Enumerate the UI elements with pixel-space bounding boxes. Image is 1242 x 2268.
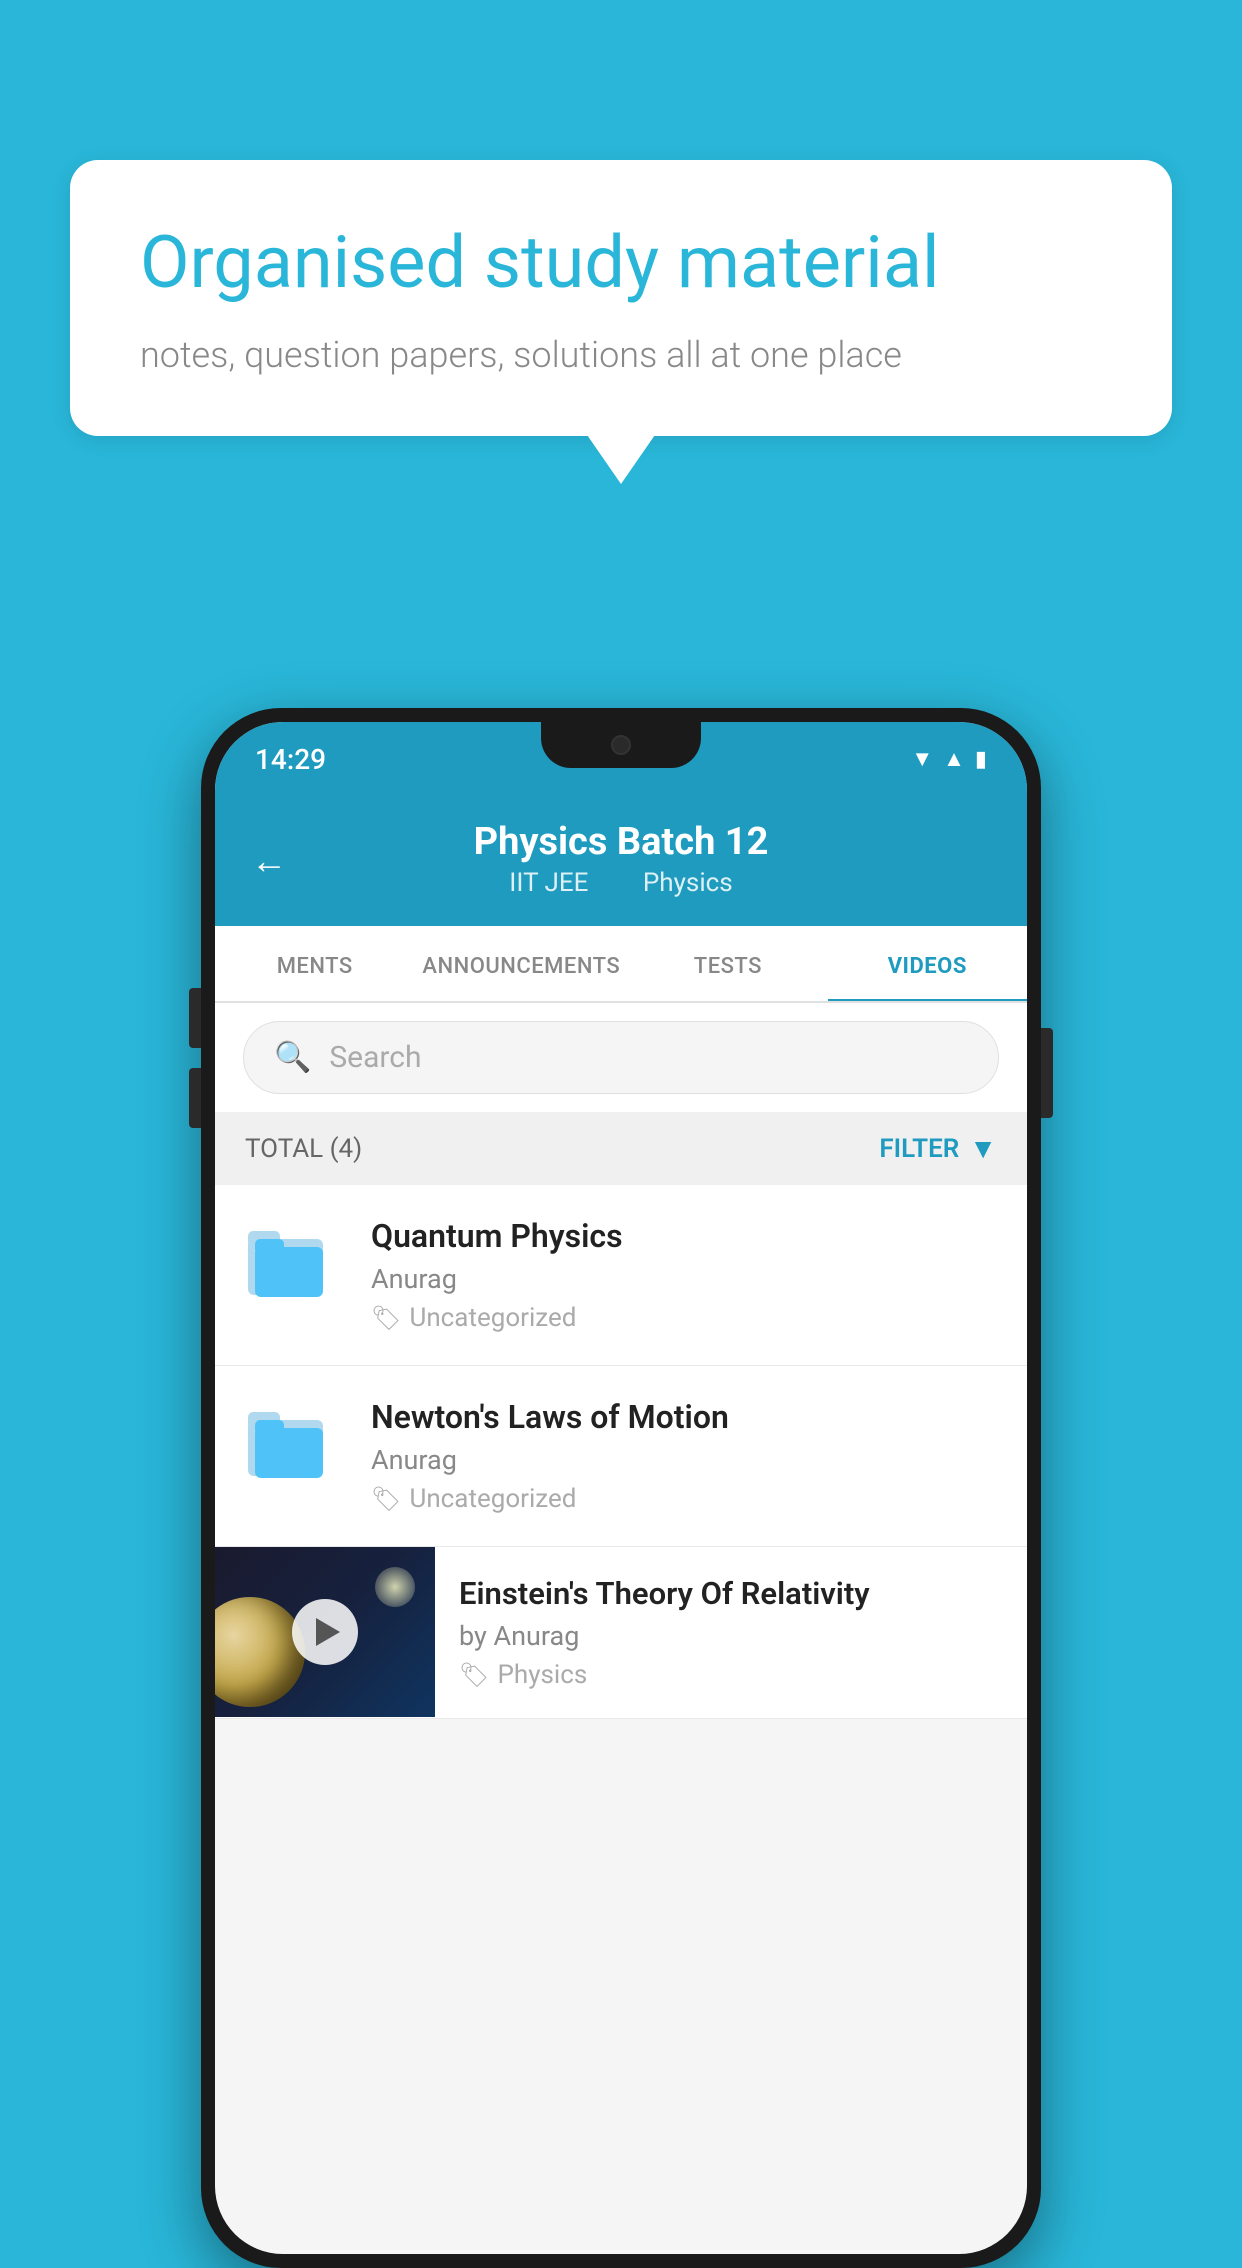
- header-subtitle: IIT JEE Physics: [255, 868, 987, 898]
- list-item[interactable]: Newton's Laws of Motion Anurag 🏷 Uncateg…: [215, 1366, 1027, 1547]
- thumbnail-glow: [375, 1567, 415, 1607]
- tab-ments[interactable]: MENTS: [215, 926, 414, 1001]
- folder-icon-area: [243, 1398, 343, 1488]
- phone-notch: [541, 722, 701, 768]
- total-count: TOTAL (4): [245, 1134, 362, 1164]
- header-subtitle-2: Physics: [643, 868, 733, 898]
- filter-button[interactable]: FILTER ▼: [879, 1132, 997, 1165]
- search-container: 🔍 Search: [215, 1003, 1027, 1112]
- header-title: Physics Batch 12: [255, 820, 987, 864]
- video-author: Anurag: [371, 1263, 999, 1295]
- phone-screen: 14:29 ▼ ▲ ▮ ← Physics Batch 12 IIT JEE P…: [215, 722, 1027, 2254]
- list-item[interactable]: Quantum Physics Anurag 🏷 Uncategorized: [215, 1185, 1027, 1366]
- volume-down-button: [189, 1068, 201, 1128]
- volume-up-button: [189, 988, 201, 1048]
- speech-bubble-subtitle: notes, question papers, solutions all at…: [140, 334, 1102, 376]
- power-button: [1041, 1028, 1053, 1118]
- phone-frame: 14:29 ▼ ▲ ▮ ← Physics Batch 12 IIT JEE P…: [201, 708, 1041, 2268]
- front-camera: [611, 735, 631, 755]
- video-info: Einstein's Theory Of Relativity by Anura…: [435, 1547, 1027, 1718]
- battery-icon: ▮: [975, 747, 987, 772]
- search-placeholder: Search: [329, 1040, 421, 1075]
- speech-bubble: Organised study material notes, question…: [70, 160, 1172, 436]
- video-title: Newton's Laws of Motion: [371, 1398, 999, 1436]
- video-info: Quantum Physics Anurag 🏷 Uncategorized: [371, 1217, 999, 1333]
- tag-icon: 🏷: [371, 1485, 401, 1513]
- video-tag: 🏷 Uncategorized: [371, 1484, 999, 1514]
- back-button[interactable]: ←: [251, 840, 287, 882]
- app-header: ← Physics Batch 12 IIT JEE Physics: [215, 796, 1027, 926]
- video-list: Quantum Physics Anurag 🏷 Uncategorized: [215, 1185, 1027, 1719]
- video-tag: 🏷 Physics: [459, 1660, 1003, 1690]
- video-title: Einstein's Theory Of Relativity: [459, 1575, 1003, 1612]
- folder-icon-area: [243, 1217, 343, 1307]
- video-info: Newton's Laws of Motion Anurag 🏷 Uncateg…: [371, 1398, 999, 1514]
- filter-icon: ▼: [969, 1132, 997, 1165]
- header-subtitle-1: IIT JEE: [509, 868, 588, 898]
- status-bar: 14:29 ▼ ▲ ▮: [215, 722, 1027, 796]
- video-tag: 🏷 Uncategorized: [371, 1303, 999, 1333]
- filter-label: FILTER: [879, 1134, 959, 1164]
- tab-tests[interactable]: TESTS: [628, 926, 827, 1001]
- video-author: Anurag: [371, 1444, 999, 1476]
- folder-icon: [243, 1398, 333, 1488]
- thumbnail-planet: [215, 1597, 305, 1707]
- folder-icon: [243, 1217, 333, 1307]
- tabs-bar: MENTS ANNOUNCEMENTS TESTS VIDEOS: [215, 926, 1027, 1003]
- play-button[interactable]: [292, 1599, 358, 1665]
- wifi-icon: ▼: [911, 746, 933, 772]
- video-author: by Anurag: [459, 1620, 1003, 1652]
- tab-announcements[interactable]: ANNOUNCEMENTS: [414, 926, 628, 1001]
- tag-icon: 🏷: [459, 1661, 489, 1689]
- signal-icon: ▲: [943, 746, 965, 772]
- tab-videos[interactable]: VIDEOS: [828, 926, 1027, 1001]
- video-title: Quantum Physics: [371, 1217, 999, 1255]
- speech-bubble-container: Organised study material notes, question…: [70, 160, 1172, 436]
- speech-bubble-title: Organised study material: [140, 220, 1102, 306]
- status-icons: ▼ ▲ ▮: [911, 746, 987, 772]
- tag-label: Uncategorized: [409, 1484, 576, 1514]
- list-item[interactable]: Einstein's Theory Of Relativity by Anura…: [215, 1547, 1027, 1719]
- search-box[interactable]: 🔍 Search: [243, 1021, 999, 1094]
- tag-label: Uncategorized: [409, 1303, 576, 1333]
- search-icon: 🔍: [274, 1040, 311, 1075]
- tag-icon: 🏷: [371, 1304, 401, 1332]
- status-time: 14:29: [255, 743, 326, 776]
- video-thumbnail: [215, 1547, 435, 1717]
- tag-label: Physics: [497, 1660, 587, 1690]
- filter-bar: TOTAL (4) FILTER ▼: [215, 1112, 1027, 1185]
